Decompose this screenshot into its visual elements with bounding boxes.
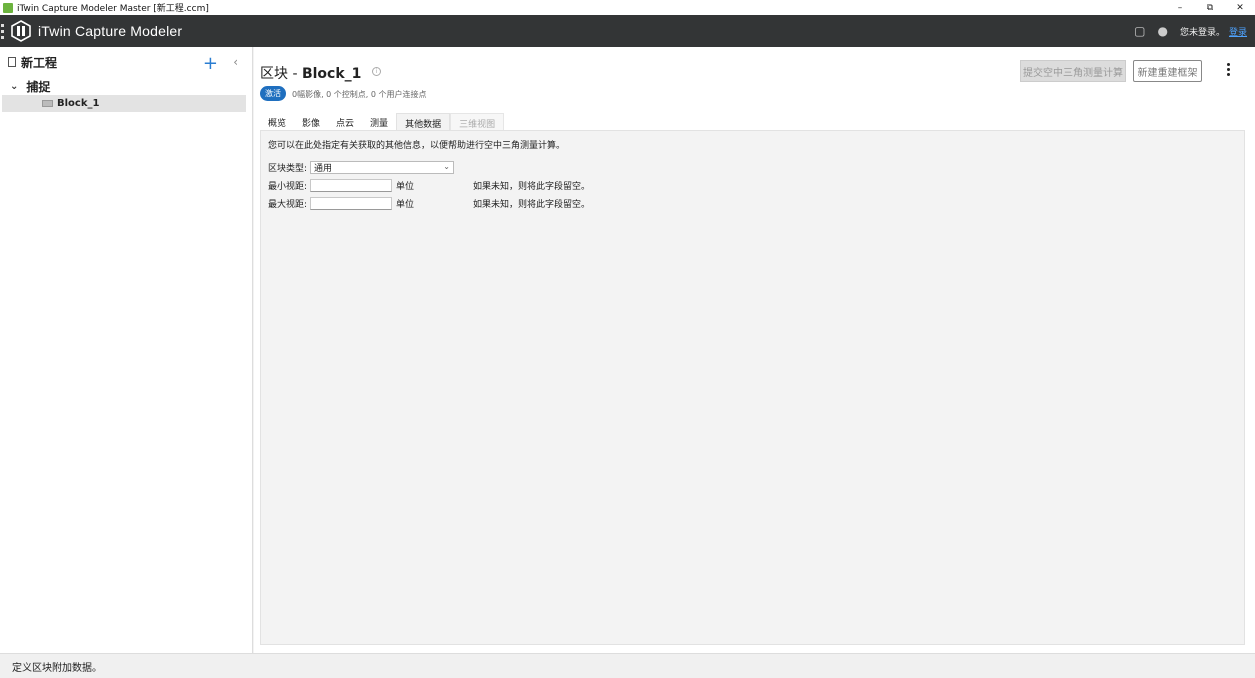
- panel-description: 您可以在此处指定有关获取的其他信息，以便帮助进行空中三角测量计算。: [268, 141, 566, 151]
- tree-group-label: 捕捉: [26, 79, 51, 94]
- min-distance-input[interactable]: [310, 178, 392, 192]
- submit-aerotriangulation-button[interactable]: 提交空中三角测量计算: [1020, 60, 1126, 82]
- close-button[interactable]: ✕: [1225, 0, 1255, 15]
- status-bar: 定义区块附加数据。: [0, 653, 1255, 678]
- chevron-down-icon[interactable]: ⌄: [10, 81, 18, 92]
- tab-3d-view: 三维视图: [450, 113, 505, 130]
- min-distance-label: 最小视距:: [268, 181, 308, 192]
- status-text: 定义区块附加数据。: [12, 662, 102, 674]
- max-distance-label: 最大视距:: [268, 199, 308, 210]
- chevron-down-icon: ⌄: [443, 161, 450, 171]
- min-distance-unit: 单位: [396, 181, 415, 192]
- menu-icon[interactable]: [1, 23, 7, 39]
- collapse-sidebar-icon[interactable]: ‹: [233, 55, 238, 69]
- app-icon: [3, 2, 13, 13]
- block-type-value: 通用: [314, 163, 333, 174]
- title-prefix: 区块 -: [260, 66, 302, 82]
- minimize-button[interactable]: –: [1165, 0, 1195, 15]
- itwin-logo-icon: [11, 20, 31, 42]
- tab-bar: 概览 影像 点云 测量 其他数据 三维视图: [260, 113, 505, 130]
- block-stats: 0幅影像, 0 个控制点, 0 个用户连接点: [292, 90, 427, 99]
- status-badge: 激活: [260, 86, 286, 101]
- block-type-select[interactable]: 通用 ⌄: [310, 160, 454, 174]
- tree-item-label: Block_1: [57, 98, 100, 109]
- window-controls: – ⧉ ✕: [1165, 0, 1255, 15]
- min-distance-row: 最小视距: 单位 如果未知，则将此字段留空。: [268, 178, 590, 192]
- window-title: iTwin Capture Modeler Master [新工程.ccm]: [17, 4, 209, 14]
- info-icon[interactable]: i: [372, 67, 381, 76]
- additional-data-panel: 您可以在此处指定有关获取的其他信息，以便帮助进行空中三角测量计算。 区块类型: …: [260, 130, 1245, 645]
- project-sidebar: 新工程 + ‹ ⌄ 捕捉 Block_1: [0, 47, 253, 653]
- login-link[interactable]: 登录: [1229, 25, 1247, 38]
- project-file-icon: [8, 57, 16, 67]
- save-icon[interactable]: ▢: [1134, 24, 1145, 38]
- app-name: iTwin Capture Modeler: [38, 23, 183, 39]
- project-header: 新工程 + ‹: [0, 47, 252, 77]
- block-name: Block_1: [301, 66, 362, 82]
- block-icon: [42, 100, 53, 107]
- block-details: 区块 - Block_1 i 提交空中三角测量计算 新建重建框架 激活 0幅影像…: [254, 47, 1255, 653]
- max-distance-input[interactable]: [310, 196, 392, 210]
- block-type-label: 区块类型:: [268, 163, 308, 174]
- max-distance-hint: 如果未知，则将此字段留空。: [473, 199, 591, 210]
- tab-surveys[interactable]: 测量: [362, 113, 396, 130]
- tree-group-capture[interactable]: ⌄ 捕捉: [0, 77, 252, 95]
- tree-item-block[interactable]: Block_1: [2, 95, 246, 112]
- max-distance-unit: 单位: [396, 199, 415, 210]
- window-titlebar: iTwin Capture Modeler Master [新工程.ccm] –…: [0, 0, 1255, 15]
- min-distance-hint: 如果未知，则将此字段留空。: [473, 181, 591, 192]
- new-reconstruction-button[interactable]: 新建重建框架: [1133, 60, 1202, 82]
- tab-point-clouds[interactable]: 点云: [328, 113, 362, 130]
- restore-button[interactable]: ⧉: [1195, 0, 1225, 15]
- more-options-icon[interactable]: [1227, 63, 1230, 76]
- project-name: 新工程: [21, 55, 58, 70]
- login-status: 您未登录。: [1179, 27, 1225, 38]
- page-title: 区块 - Block_1: [260, 63, 361, 83]
- tab-additional-data[interactable]: 其他数据: [396, 113, 451, 130]
- tab-photos[interactable]: 影像: [294, 113, 328, 130]
- add-icon[interactable]: +: [203, 53, 218, 74]
- block-type-row: 区块类型: 通用 ⌄: [268, 160, 454, 174]
- max-distance-row: 最大视距: 单位 如果未知，则将此字段留空。: [268, 196, 590, 210]
- app-header: iTwin Capture Modeler ▢ ● 您未登录。 登录: [0, 15, 1255, 47]
- lightbulb-icon[interactable]: ●: [1157, 24, 1167, 38]
- tab-overview[interactable]: 概览: [260, 113, 294, 130]
